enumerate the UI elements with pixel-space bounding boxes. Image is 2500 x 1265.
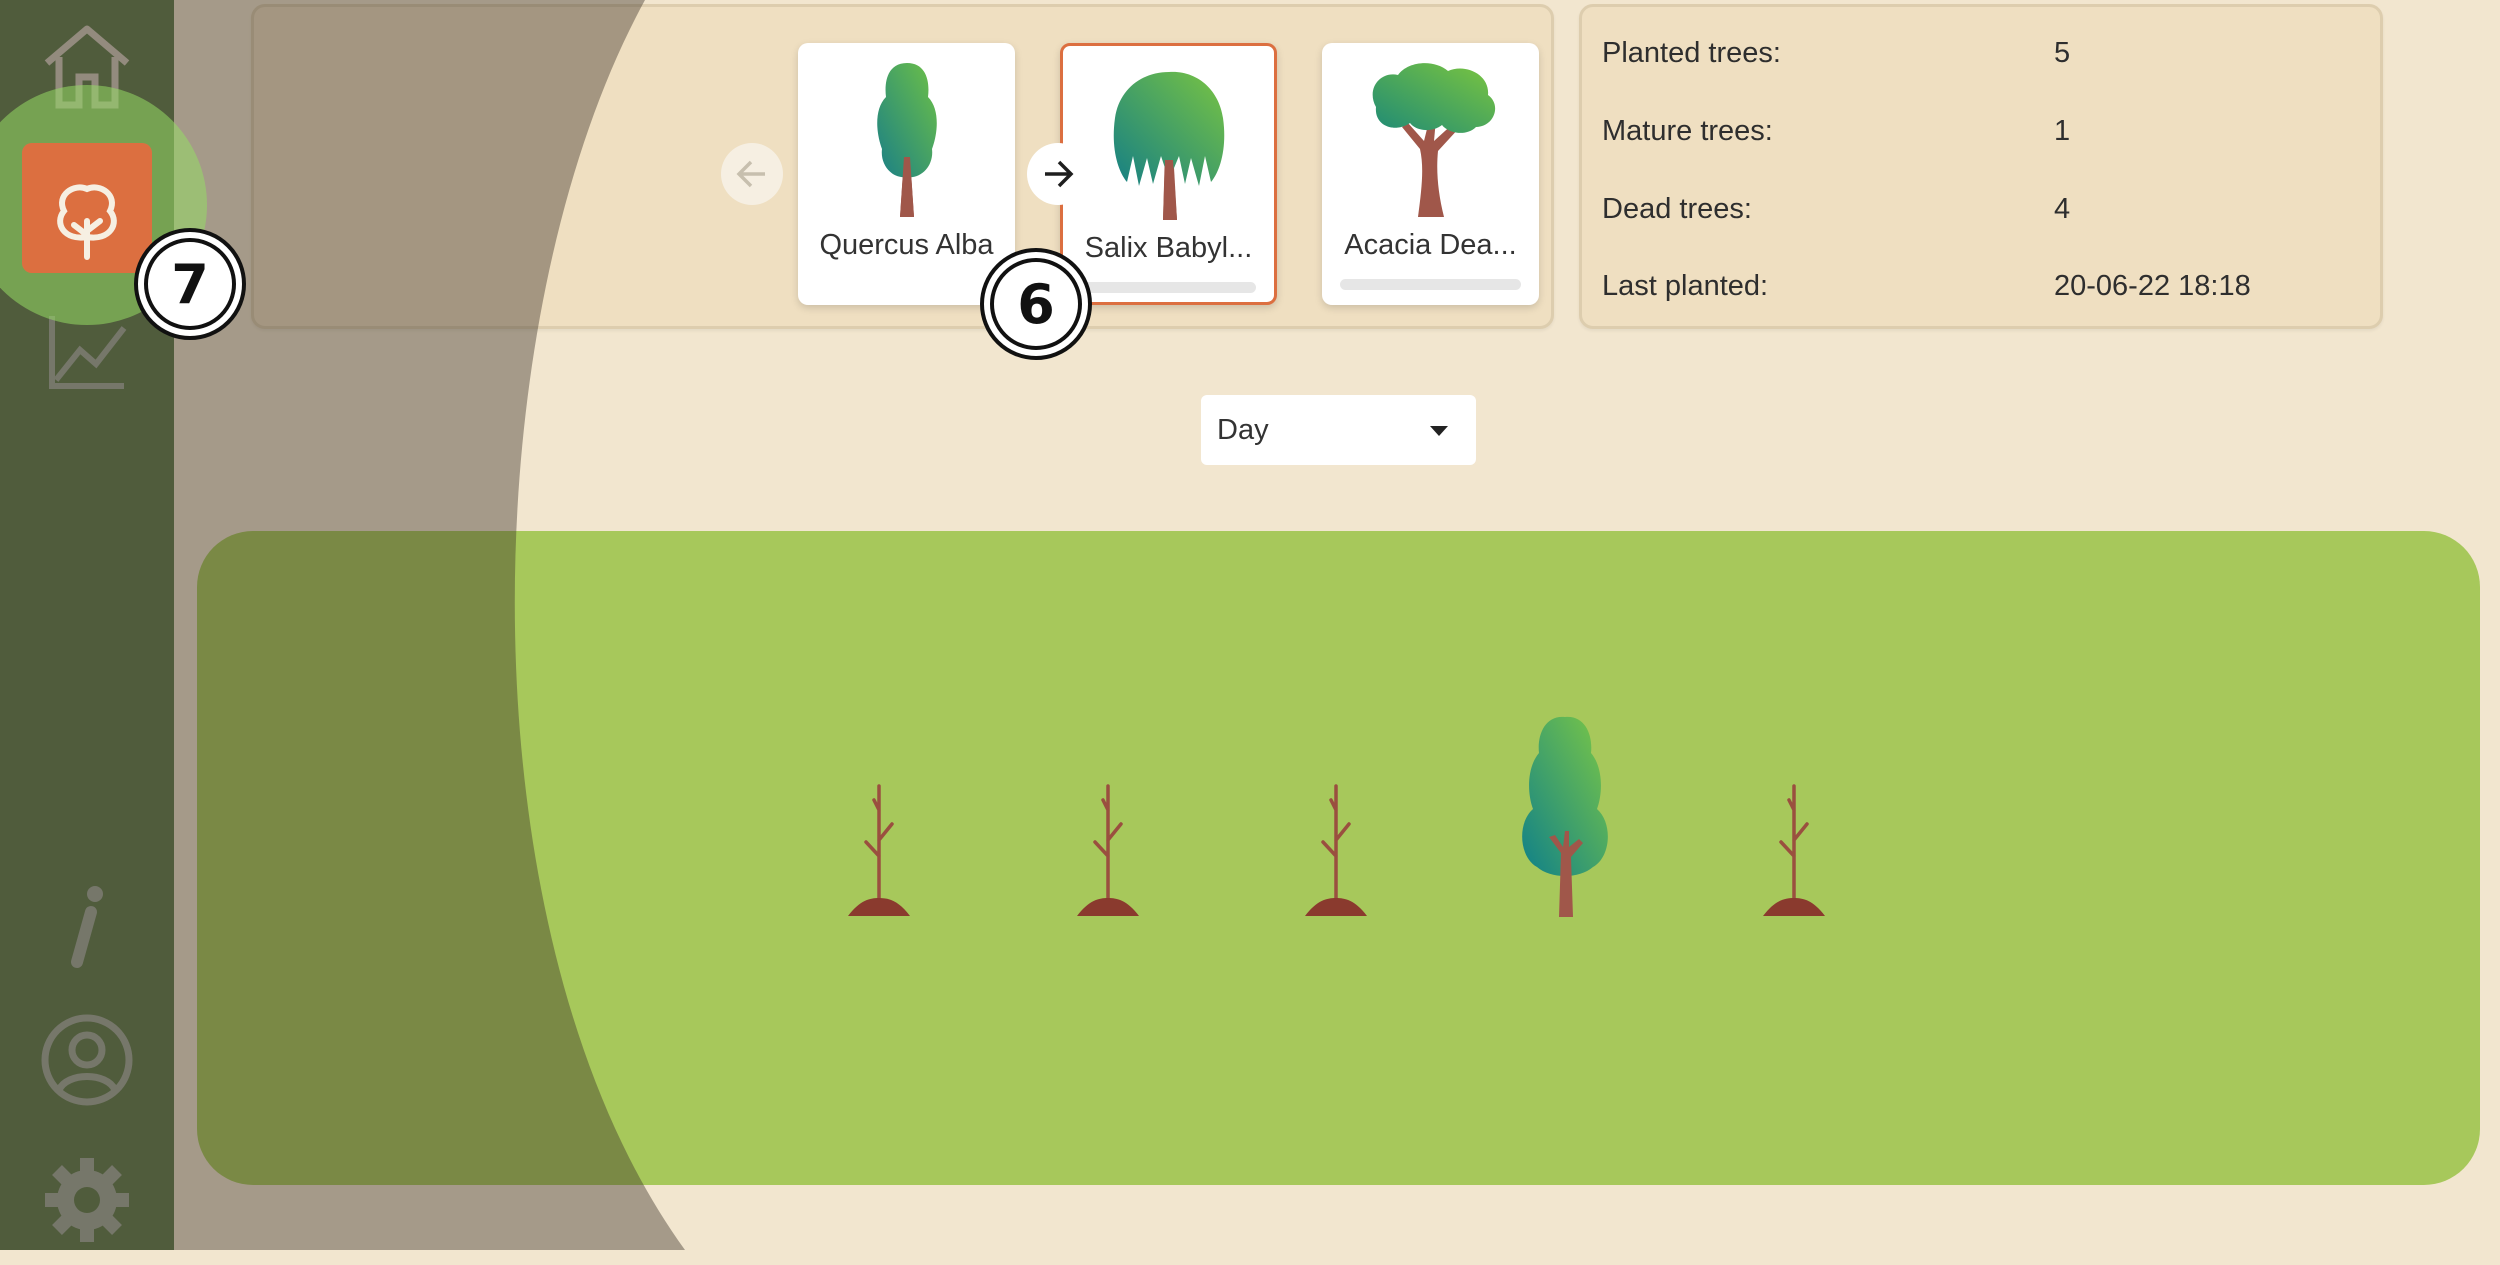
info-icon bbox=[71, 886, 103, 968]
stat-label: Last planted: bbox=[1602, 270, 1769, 302]
dead-sapling-icon bbox=[848, 784, 910, 916]
sidebar-item-info[interactable] bbox=[22, 860, 152, 990]
growth-progress-bar bbox=[1340, 279, 1521, 290]
stat-planted-trees: Planted trees: 5 bbox=[1602, 37, 2360, 77]
tree-card-acacia-dealbata[interactable]: Acacia Dea... bbox=[1322, 43, 1539, 305]
period-select-value: Day bbox=[1217, 413, 1269, 446]
stat-value: 5 bbox=[2054, 37, 2071, 69]
garden-area bbox=[197, 531, 2480, 1185]
tree-selector-panel: Quercus Alba Salix Babyl... Acacia Dea..… bbox=[251, 4, 1554, 329]
sidebar-item-home[interactable] bbox=[22, 0, 152, 130]
gear-icon bbox=[45, 1158, 129, 1242]
sidebar-item-profile[interactable] bbox=[22, 995, 152, 1125]
quercus-alba-tree-image bbox=[876, 63, 937, 217]
tutorial-step-number: 6 bbox=[990, 258, 1082, 350]
stat-mature-trees: Mature trees: 1 bbox=[1602, 115, 2360, 155]
period-select[interactable]: Day bbox=[1201, 395, 1476, 465]
salix-babylonica-tree-image bbox=[1113, 71, 1224, 220]
sidebar-item-settings[interactable] bbox=[22, 1135, 152, 1265]
sidebar bbox=[0, 0, 174, 1250]
caret-down-icon bbox=[1430, 426, 1448, 436]
tree-card-label: Salix Babyl... bbox=[1084, 232, 1253, 264]
tree-stats-panel: Planted trees: 5 Mature trees: 1 Dead tr… bbox=[1579, 4, 2383, 329]
stat-last-planted: Last planted: 20-06-22 18:18 bbox=[1602, 270, 2360, 310]
mature-tree-icon bbox=[1522, 716, 1608, 917]
stat-label: Mature trees: bbox=[1602, 115, 1773, 147]
tree-card-label: Acacia Dea... bbox=[1344, 229, 1517, 261]
dead-sapling-icon bbox=[1763, 784, 1825, 916]
tutorial-step-number: 7 bbox=[144, 238, 236, 330]
sidebar-item-trees[interactable] bbox=[22, 143, 152, 273]
growth-progress-bar bbox=[1081, 282, 1256, 293]
stat-value: 4 bbox=[2054, 193, 2071, 225]
chart-icon bbox=[49, 316, 127, 389]
acacia-tree-image bbox=[1372, 63, 1495, 217]
tree-card-quercus-alba[interactable]: Quercus Alba bbox=[798, 43, 1015, 305]
arrow-left-icon bbox=[736, 160, 765, 188]
tree-icon bbox=[57, 172, 117, 248]
home-icon bbox=[44, 25, 130, 109]
next-button[interactable] bbox=[1027, 143, 1089, 205]
stat-label: Planted trees: bbox=[1602, 37, 1781, 69]
stat-value: 20-06-22 18:18 bbox=[2054, 270, 2251, 302]
stat-dead-trees: Dead trees: 4 bbox=[1602, 193, 2360, 233]
tutorial-step-badge-6: 6 bbox=[980, 248, 1092, 360]
tree-card-salix-babylonica[interactable]: Salix Babyl... bbox=[1060, 43, 1277, 305]
sidebar-item-statistics[interactable] bbox=[22, 286, 152, 416]
tutorial-step-badge-7: 7 bbox=[134, 228, 246, 340]
user-icon bbox=[41, 1014, 133, 1106]
stat-value: 1 bbox=[2054, 115, 2071, 147]
previous-button[interactable] bbox=[721, 143, 783, 205]
tree-card-label: Quercus Alba bbox=[819, 229, 994, 261]
dead-sapling-icon bbox=[1305, 784, 1367, 916]
arrow-right-icon bbox=[1045, 160, 1074, 188]
dead-sapling-icon bbox=[1077, 784, 1139, 916]
stat-label: Dead trees: bbox=[1602, 193, 1752, 225]
